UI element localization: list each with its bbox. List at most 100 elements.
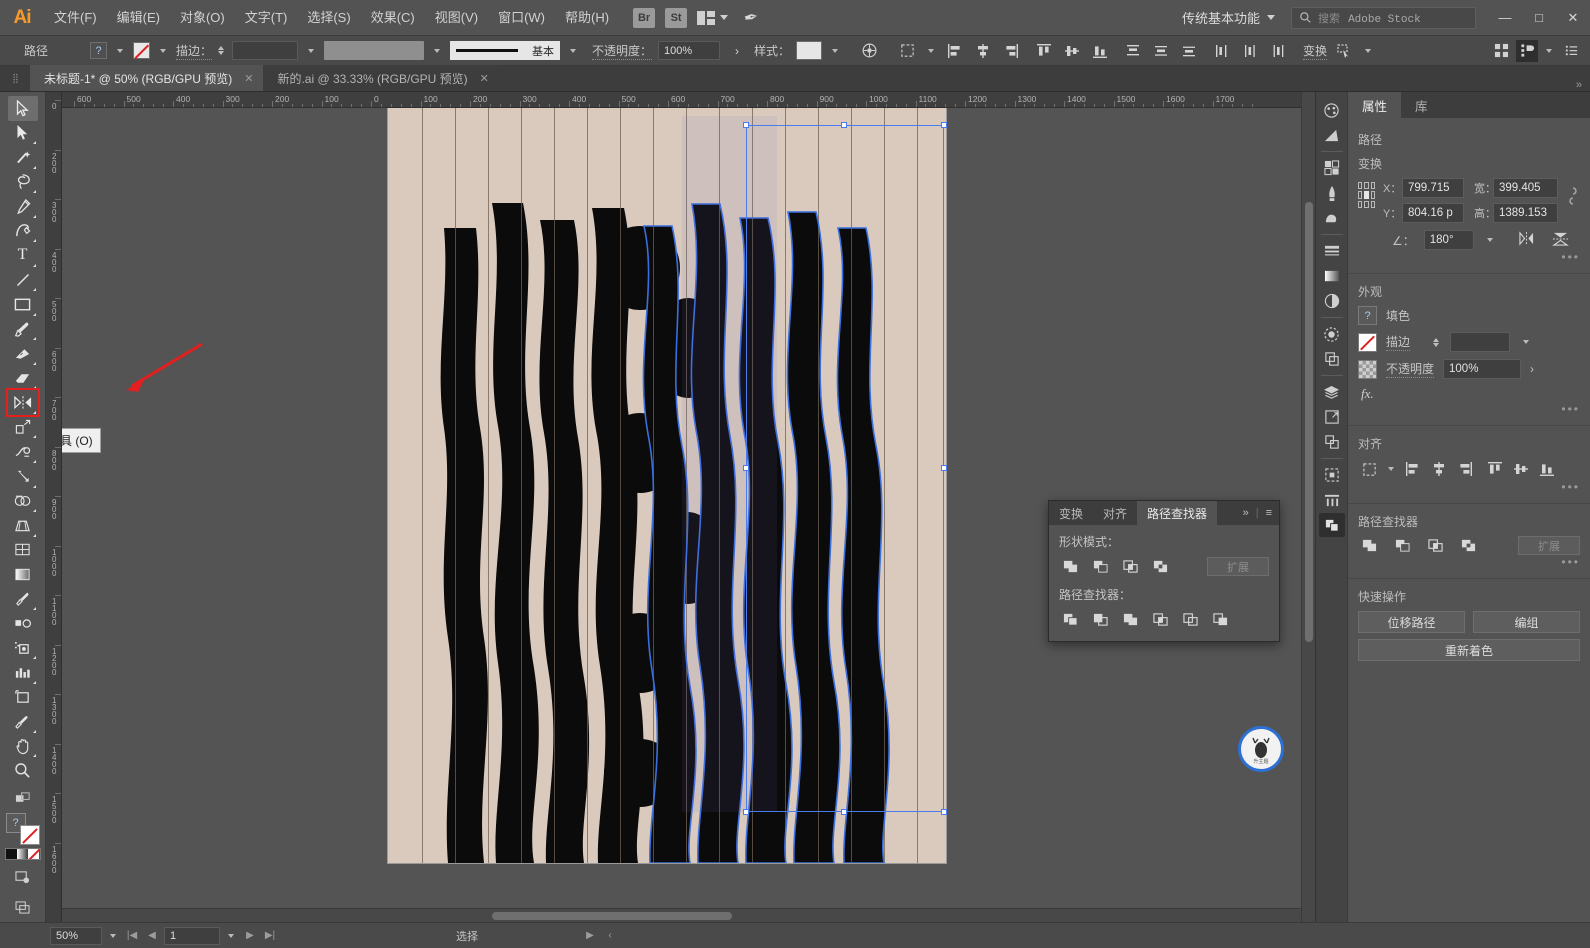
tool-hand[interactable]: [8, 734, 38, 759]
minimize-button[interactable]: —: [1488, 0, 1522, 36]
gradient-panel-icon[interactable]: [1319, 264, 1345, 288]
tool-shape-builder[interactable]: [8, 489, 38, 514]
chevron-down-icon[interactable]: [117, 48, 123, 53]
zoom-level-input[interactable]: 50%: [50, 926, 102, 945]
handle-top-left[interactable]: [743, 122, 749, 128]
stock-icon[interactable]: St: [665, 7, 688, 28]
align-panel-icon[interactable]: [1319, 463, 1345, 487]
stroke-weight-stepper[interactable]: [1433, 337, 1440, 347]
tab-drag-handle[interactable]: ⣿: [0, 65, 30, 91]
brushes-panel-icon[interactable]: [1319, 181, 1345, 205]
screen-mode-icon[interactable]: [8, 863, 38, 891]
chevron-down-icon[interactable]: [1546, 48, 1552, 53]
intersect-icon[interactable]: [1119, 557, 1141, 576]
tool-width[interactable]: [8, 439, 38, 464]
tool-artboard[interactable]: [8, 685, 38, 710]
workspace-switcher[interactable]: 传统基本功能: [1172, 8, 1285, 27]
horizontal-scrollbar[interactable]: [62, 908, 1301, 922]
appearance-panel-icon[interactable]: [1319, 322, 1345, 346]
minus-front-icon[interactable]: [1089, 557, 1111, 576]
distribute-left-icon[interactable]: [1211, 40, 1233, 62]
tab-overflow-icon[interactable]: »: [1576, 79, 1590, 91]
tool-selection[interactable]: [7, 96, 38, 121]
ref-bl[interactable]: [1358, 200, 1363, 208]
canvas[interactable]: 升主题 镜像工具 (O) 变换 对齐 路径查找器 » | ≡: [62, 108, 1301, 908]
intersect-icon[interactable]: [1424, 536, 1446, 555]
tab-align[interactable]: 对齐: [1093, 501, 1137, 525]
ref-mr[interactable]: [1370, 191, 1375, 199]
tool-edit-toolbar[interactable]: [8, 786, 38, 811]
align-left-icon[interactable]: [944, 40, 966, 62]
tool-reflect[interactable]: [5, 388, 40, 417]
workspace-switcher-icon[interactable]: [1516, 39, 1538, 62]
status-resize-icon[interactable]: ‹: [602, 927, 618, 945]
chevron-down-icon[interactable]: [110, 933, 116, 938]
handle-bottom-right[interactable]: [941, 809, 947, 815]
panel-menu-icon[interactable]: [1560, 40, 1582, 62]
vscroll-thumb[interactable]: [1305, 202, 1313, 642]
align-center-vertical-icon[interactable]: [1510, 458, 1532, 480]
stroke-weight-stepper[interactable]: [218, 46, 225, 55]
expand-button[interactable]: 扩展: [1518, 536, 1580, 555]
minus-front-icon[interactable]: [1391, 536, 1413, 555]
opacity-options-button[interactable]: ›: [726, 40, 748, 62]
vertical-ruler[interactable]: 0 200 300 400 500 600 700 800 900 1000 1100 1200 130…: [46, 92, 62, 922]
exclude-icon[interactable]: [1149, 557, 1171, 576]
pathfinder-panel-icon[interactable]: [1318, 513, 1345, 537]
menu-effect[interactable]: 效果(C): [361, 0, 425, 36]
vertical-scrollbar[interactable]: [1301, 92, 1315, 922]
tool-line-segment[interactable]: [8, 268, 38, 293]
tab-pathfinder[interactable]: 路径查找器: [1137, 501, 1218, 525]
tool-shaper[interactable]: [8, 341, 38, 366]
pathfinder-more-options[interactable]: •••: [1358, 555, 1580, 569]
outline-icon[interactable]: [1179, 610, 1201, 629]
tool-eraser[interactable]: [8, 366, 38, 391]
tool-rectangle[interactable]: [8, 292, 38, 317]
arrange-documents-icon[interactable]: [697, 10, 729, 25]
chevron-down-icon[interactable]: [832, 48, 839, 53]
tool-perspective-grid[interactable]: [8, 513, 38, 538]
stock-search-input[interactable]: 搜索 Adobe Stock: [1291, 6, 1476, 29]
none-button[interactable]: [28, 848, 40, 859]
brush-definition-select[interactable]: 基本: [450, 41, 561, 60]
tool-slice[interactable]: [8, 709, 38, 734]
distribute-center-icon[interactable]: [1150, 40, 1172, 62]
close-button[interactable]: ✕: [1556, 0, 1590, 36]
chevron-down-icon[interactable]: [434, 48, 441, 53]
align-to-selection-icon[interactable]: [896, 40, 918, 62]
handle-middle-right[interactable]: [941, 464, 947, 471]
appearance-more-options[interactable]: •••: [1358, 402, 1580, 416]
group-button[interactable]: 编组: [1473, 611, 1580, 633]
distribute-bottom-icon[interactable]: [1178, 40, 1200, 62]
distribute-right-icon[interactable]: [1267, 40, 1289, 62]
previous-artboard-icon[interactable]: ◀: [144, 927, 160, 945]
select-similar-icon[interactable]: [1333, 40, 1355, 62]
tool-type[interactable]: T: [8, 243, 38, 268]
add-effect-button[interactable]: fx.: [1361, 386, 1580, 402]
tool-mesh[interactable]: [8, 538, 38, 563]
stroke-swatch[interactable]: [1358, 332, 1377, 352]
ref-mc[interactable]: [1364, 191, 1369, 199]
maximize-button[interactable]: □: [1522, 0, 1556, 36]
tool-curvature[interactable]: [8, 219, 38, 244]
stroke-swatch-none[interactable]: [19, 824, 40, 845]
artboard-number-input[interactable]: 1: [164, 926, 220, 945]
tab-transform[interactable]: 变换: [1049, 501, 1093, 525]
collapse-icon[interactable]: »: [1243, 507, 1249, 519]
align-center-horizontal-icon[interactable]: [972, 40, 994, 62]
ref-tr[interactable]: [1370, 182, 1375, 190]
stroke-weight-input[interactable]: [1450, 332, 1511, 352]
menu-file[interactable]: 文件(F): [44, 0, 107, 36]
distribute-top-icon[interactable]: [1122, 40, 1144, 62]
transform-panel-icon[interactable]: [1319, 488, 1345, 512]
bridge-icon[interactable]: Br: [633, 7, 656, 28]
chevron-down-icon[interactable]: [308, 48, 315, 53]
stroke-weight-input[interactable]: [232, 41, 299, 60]
panel-menu-icon[interactable]: ≡: [1266, 507, 1272, 519]
stroke-panel-icon[interactable]: [1319, 239, 1345, 263]
menu-window[interactable]: 窗口(W): [488, 0, 555, 36]
recolor-artwork-icon[interactable]: [858, 40, 880, 62]
arrange-documents-icon[interactable]: [1490, 40, 1512, 62]
document-tab-untitled[interactable]: 未标题-1* @ 50% (RGB/GPU 预览) ✕: [30, 65, 264, 91]
document-tab-new-ai[interactable]: 新的.ai @ 33.33% (RGB/GPU 预览) ✕: [263, 65, 499, 91]
